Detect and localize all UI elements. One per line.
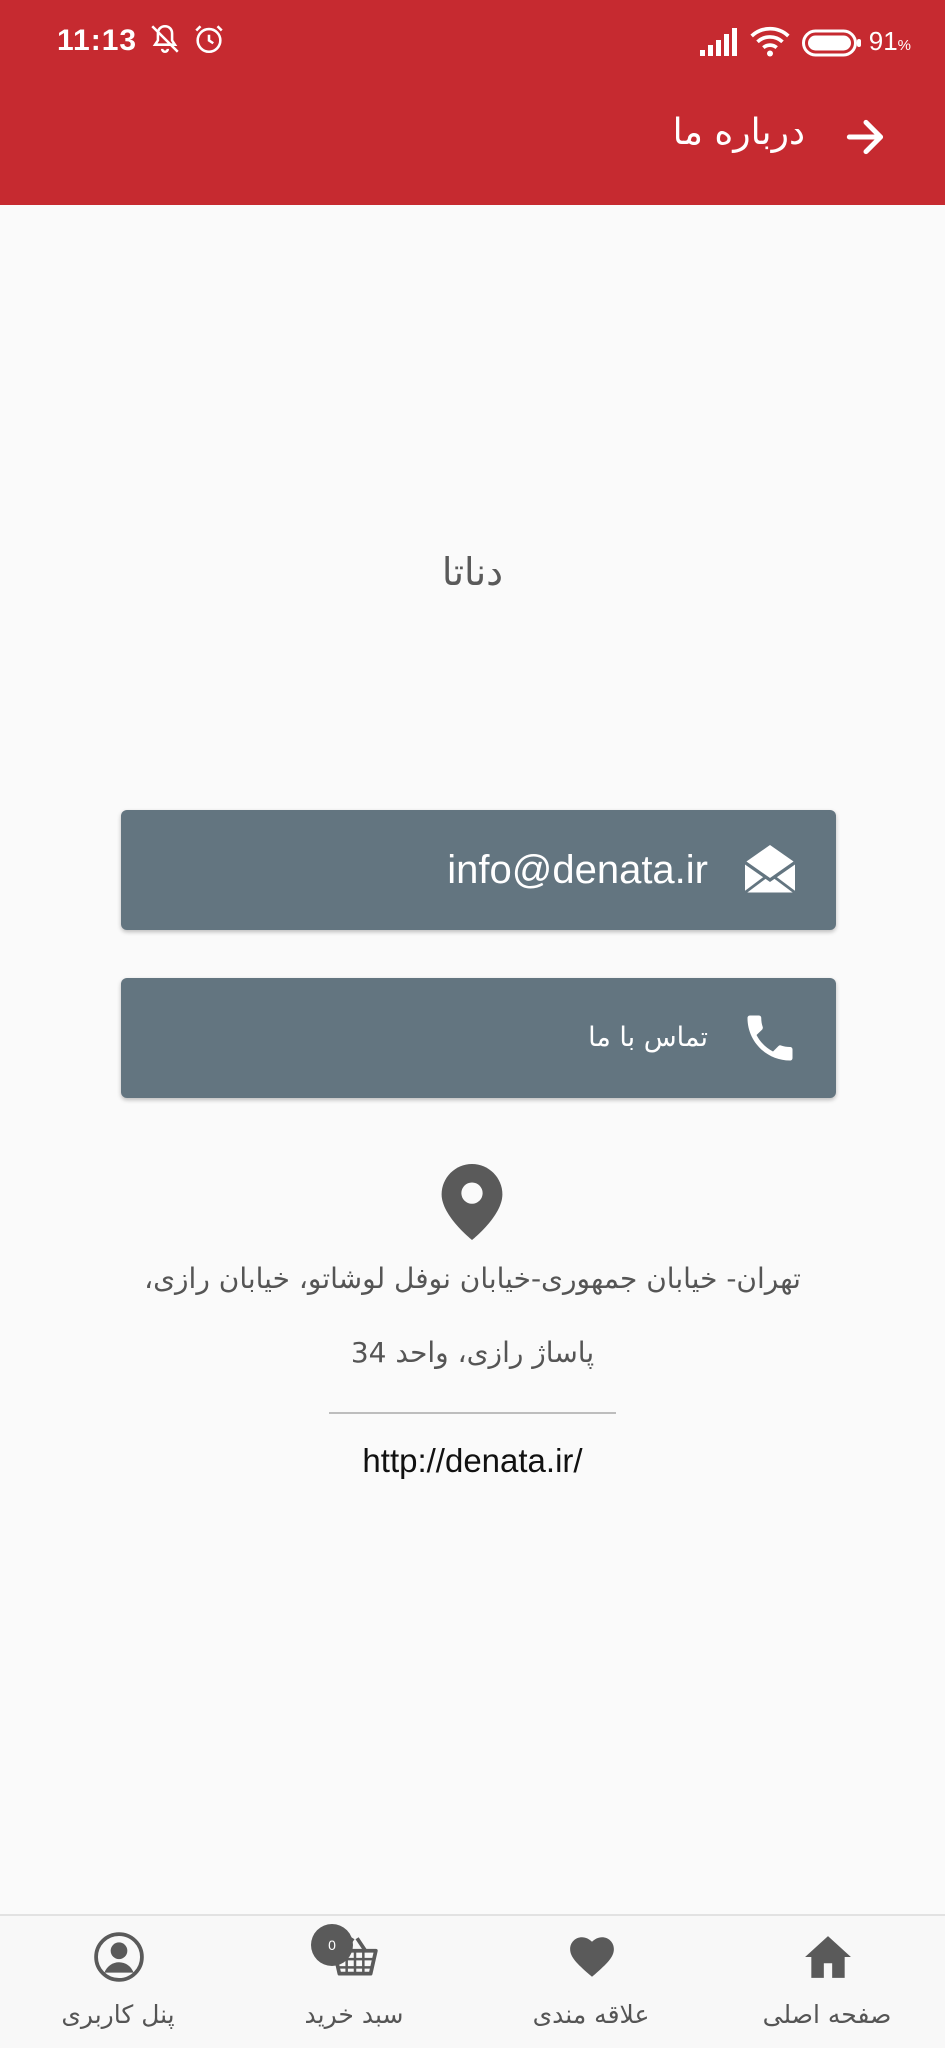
cart-count-badge: 0 [311,1924,353,1966]
address-line-1: تهران- خیابان جمهوری-خیابان نوفل لوشاتو،… [144,1262,801,1295]
nav-favorites[interactable]: علاقه مندی [473,1916,709,2048]
nav-home-label: صفحه اصلی [762,2000,892,2029]
home-icon [805,1936,851,1978]
email-button[interactable]: info@denata.ir [121,810,836,930]
email-label: info@denata.ir [447,848,708,892]
muted-bell-icon [151,24,179,53]
address-line-2: پاساژ رازی، واحد 34 [350,1336,595,1369]
wifi-icon [750,26,790,57]
contact-us-button[interactable]: تماس با ما [121,978,836,1098]
status-bar: 11:13 91% [0,0,945,90]
phone-icon [747,1015,793,1061]
nav-home[interactable]: صفحه اصلی [709,1916,945,2048]
back-arrow-icon[interactable] [841,112,891,162]
battery-percentage: 91% [868,26,911,56]
nav-cart[interactable]: 0 سبد خرید [236,1916,472,2048]
battery-icon [802,29,861,57]
nav-favorites-label: علاقه مندی [532,2000,650,2029]
page-title: درباره ما [672,112,805,153]
bottom-navigation: صفحه اصلی علاقه مندی 0 سبد خرید پنل کارب… [0,1914,945,2048]
website-link[interactable]: http://denata.ir/ [0,1442,945,1480]
brand-name: دناتا [441,550,504,594]
envelope-icon [744,845,796,894]
app-header: 11:13 91% درباره ما [0,0,945,205]
status-time: 11:13 [57,24,138,57]
user-icon [94,1932,144,1982]
signal-icon [700,28,737,56]
divider [329,1412,616,1414]
nav-cart-label: سبد خرید [304,2000,404,2029]
heart-icon [570,1937,614,1977]
contact-us-label: تماس با ما [588,1022,708,1053]
location-pin-icon [441,1164,503,1240]
alarm-icon [195,25,223,54]
nav-user-panel-label: پنل کاربری [61,2000,175,2029]
nav-user-panel[interactable]: پنل کاربری [0,1916,236,2048]
